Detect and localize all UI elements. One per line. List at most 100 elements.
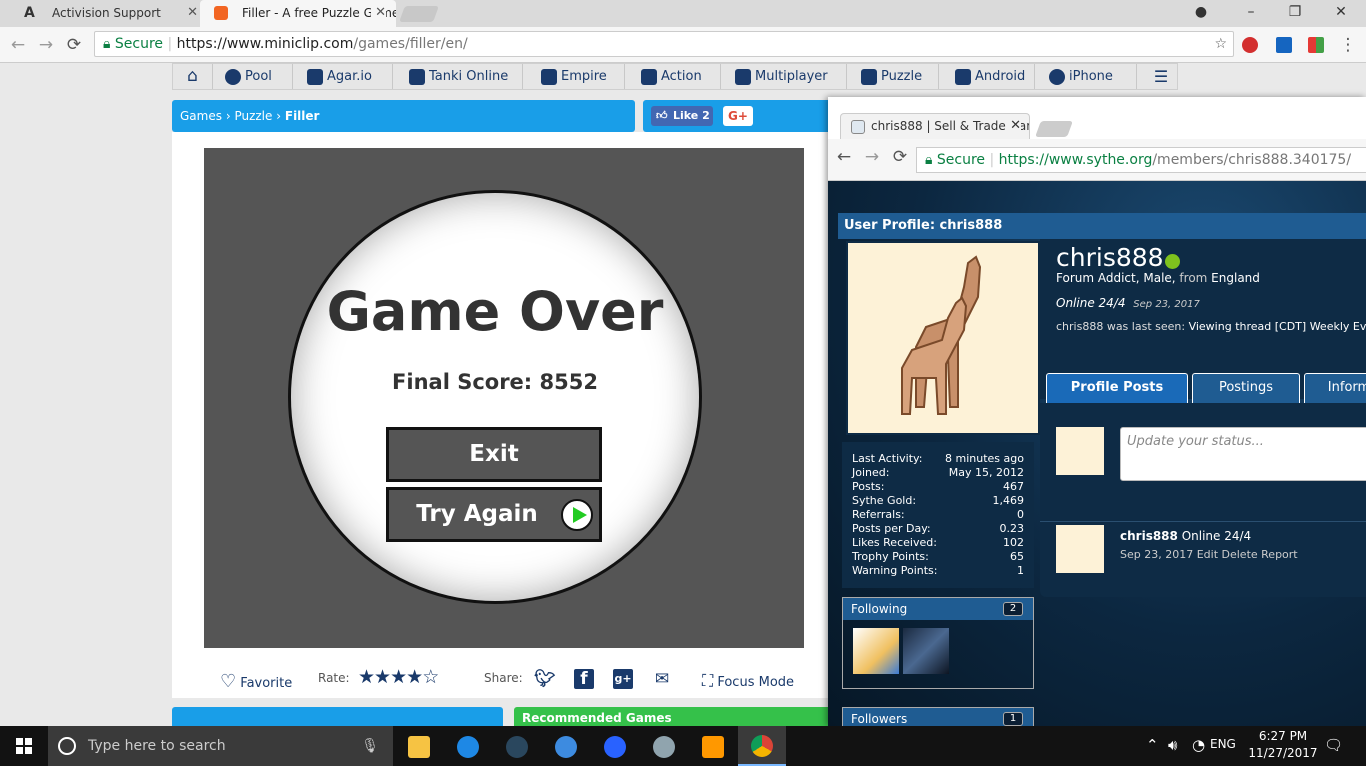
notifications-icon[interactable]: 🗨︎ [1324, 736, 1343, 754]
facebook-like-button[interactable]: 👍︎ Like 2 [651, 106, 713, 126]
tab-sythe-profile[interactable]: chris888 | Sell & Trade Game ✕ [840, 113, 1030, 139]
nav-item-puzzle[interactable]: Puzzle [857, 64, 939, 89]
menu-dots-icon[interactable]: ⋮ [1338, 35, 1358, 55]
star-filled-icon[interactable]: ★ [358, 666, 375, 688]
chrome-taskbar-button[interactable] [738, 726, 786, 766]
tab-postings[interactable]: Postings [1192, 373, 1300, 403]
steam-icon[interactable] [506, 736, 528, 758]
email-icon[interactable]: ✉ [652, 669, 672, 689]
tab-filler[interactable]: Filler - A free Puzzle Game ✕ [200, 0, 396, 27]
final-score: Final Score: 8552 [392, 370, 598, 394]
star-icon [307, 69, 323, 85]
start-button[interactable] [0, 726, 48, 766]
nav-item-pool[interactable]: Pool [221, 64, 293, 89]
close-tab-icon[interactable]: ✕ [187, 0, 198, 26]
twitter-icon[interactable]: 🐦︎ [534, 669, 556, 689]
back-arrow-icon[interactable]: ← [8, 35, 28, 55]
focus-frame-icon: ⛶ [702, 671, 714, 690]
nav-item-iphone[interactable]: iPhone [1045, 64, 1137, 89]
taskbar-search-input[interactable]: Type here to search 🎙︎ [48, 726, 393, 766]
llama-avatar-icon [901, 255, 982, 415]
app-icon[interactable] [653, 736, 675, 758]
url-input[interactable]: 🔒︎ Secure | https://www.sythe.org/member… [916, 147, 1366, 173]
google-plus-button[interactable]: G+ [723, 106, 753, 126]
following-avatar[interactable] [853, 628, 899, 674]
breadcrumb-games[interactable]: Games [180, 109, 222, 123]
windows-taskbar: Type here to search 🎙︎ ⌃ 🔊︎ ◔ ENG 6:27 P… [0, 726, 1366, 766]
nav-item-multiplayer[interactable]: Multiplayer [731, 64, 847, 89]
puzzle-piece-icon [861, 69, 877, 85]
microphone-icon[interactable]: 🎙︎ [361, 726, 379, 766]
app-icon[interactable] [604, 736, 626, 758]
new-tab-button[interactable] [1035, 121, 1073, 137]
minimize-button[interactable]: – [1228, 0, 1274, 27]
stat-value: 1,469 [992, 494, 1025, 507]
nav-item-agario[interactable]: Agar.io [303, 64, 393, 89]
followers-count: 1 [1003, 712, 1023, 726]
url-input[interactable]: 🔒︎ Secure | https://www.miniclip.com/gam… [94, 31, 1234, 57]
star-filled-icon[interactable]: ★ [374, 666, 391, 688]
stat-value: May 15, 2012 [948, 466, 1024, 479]
lock-icon: 🔒︎ [103, 36, 111, 52]
nav-item-action[interactable]: Action [637, 64, 721, 89]
status-input[interactable]: Update your status... [1120, 427, 1366, 481]
thumbs-up-icon: 👍︎ [656, 109, 668, 122]
try-again-button[interactable]: Try Again [386, 487, 602, 542]
back-arrow-icon[interactable]: ← [834, 147, 854, 167]
close-tab-icon[interactable]: ✕ [371, 0, 386, 26]
rating-stars[interactable]: ★★★★☆ [358, 666, 439, 688]
reload-icon[interactable]: ⟳ [64, 35, 84, 55]
app-icon[interactable] [555, 736, 577, 758]
social-bar: 👍︎ Like 2 G+ [643, 100, 843, 132]
extension-icon[interactable] [1276, 37, 1292, 53]
edge-icon[interactable] [457, 736, 479, 758]
volume-icon[interactable]: 🔊︎ [1168, 736, 1177, 754]
new-tab-button[interactable] [399, 6, 439, 22]
nav-item-android[interactable]: Android [951, 64, 1035, 89]
nav-item-tanki[interactable]: Tanki Online [405, 64, 523, 89]
file-explorer-icon[interactable] [408, 736, 430, 758]
recommended-games-header: Recommended Games [514, 707, 844, 726]
facebook-icon[interactable]: f [574, 669, 594, 689]
followers-header: Followers 1 [843, 708, 1033, 726]
media-player-icon[interactable] [702, 736, 724, 758]
breadcrumb-puzzle[interactable]: Puzzle [234, 109, 272, 123]
following-header: Following 2 [843, 598, 1033, 620]
close-window-button[interactable]: ✕ [1318, 0, 1364, 27]
nav-menu-icon[interactable]: ☰ [1145, 64, 1177, 89]
tab-information[interactable]: Inform [1304, 373, 1366, 403]
sythe-shield-icon [851, 120, 865, 134]
tab-activision-support[interactable]: A Activision Support ✕ [10, 0, 208, 27]
star-empty-icon[interactable]: ☆ [422, 666, 439, 688]
google-plus-icon[interactable]: g+ [613, 669, 633, 689]
share-label: Share: [484, 671, 523, 685]
nav-item-empire[interactable]: Empire [537, 64, 625, 89]
last-seen-link[interactable]: Viewing thread [CDT] Weekly Ev [1189, 320, 1366, 333]
forward-arrow-icon[interactable]: → [36, 35, 56, 55]
favorite-button[interactable]: ♡ Favorite [220, 671, 292, 692]
stat-label: Likes Received: [852, 536, 937, 549]
language-indicator[interactable]: ENG [1210, 737, 1236, 751]
wifi-icon[interactable]: ◔ [1192, 736, 1205, 754]
restore-button[interactable]: ❐ [1272, 0, 1318, 27]
star-filled-icon[interactable]: ★ [390, 666, 407, 688]
bookmark-star-icon[interactable]: ☆ [1214, 32, 1227, 56]
stat-label: Last Activity: [852, 452, 923, 465]
tab-profile-posts[interactable]: Profile Posts [1046, 373, 1188, 403]
close-tab-icon[interactable]: ✕ [1007, 114, 1021, 138]
following-avatar[interactable] [903, 628, 949, 674]
chevron-up-icon[interactable]: ⌃ [1146, 736, 1159, 754]
profile-username: chris888 [1056, 243, 1164, 272]
extension-icon[interactable] [1308, 37, 1324, 53]
profile-icon[interactable]: ● [1178, 0, 1224, 27]
sythe-window: chris888 | Sell & Trade Game ✕ ← → ⟳ 🔒︎ … [828, 97, 1366, 726]
nav-home[interactable]: ⌂ [173, 64, 213, 89]
extension-icon[interactable] [1242, 37, 1258, 53]
forward-arrow-icon[interactable]: → [862, 147, 882, 167]
star-filled-icon[interactable]: ★ [406, 666, 423, 688]
reload-icon[interactable]: ⟳ [890, 147, 910, 167]
exit-button[interactable]: Exit [386, 427, 602, 482]
taskbar-clock[interactable]: 6:27 PM 11/27/2017 [1248, 728, 1318, 762]
post-author-link[interactable]: chris888 [1120, 529, 1178, 543]
focus-mode-button[interactable]: ⛶ Focus Mode [702, 671, 794, 691]
